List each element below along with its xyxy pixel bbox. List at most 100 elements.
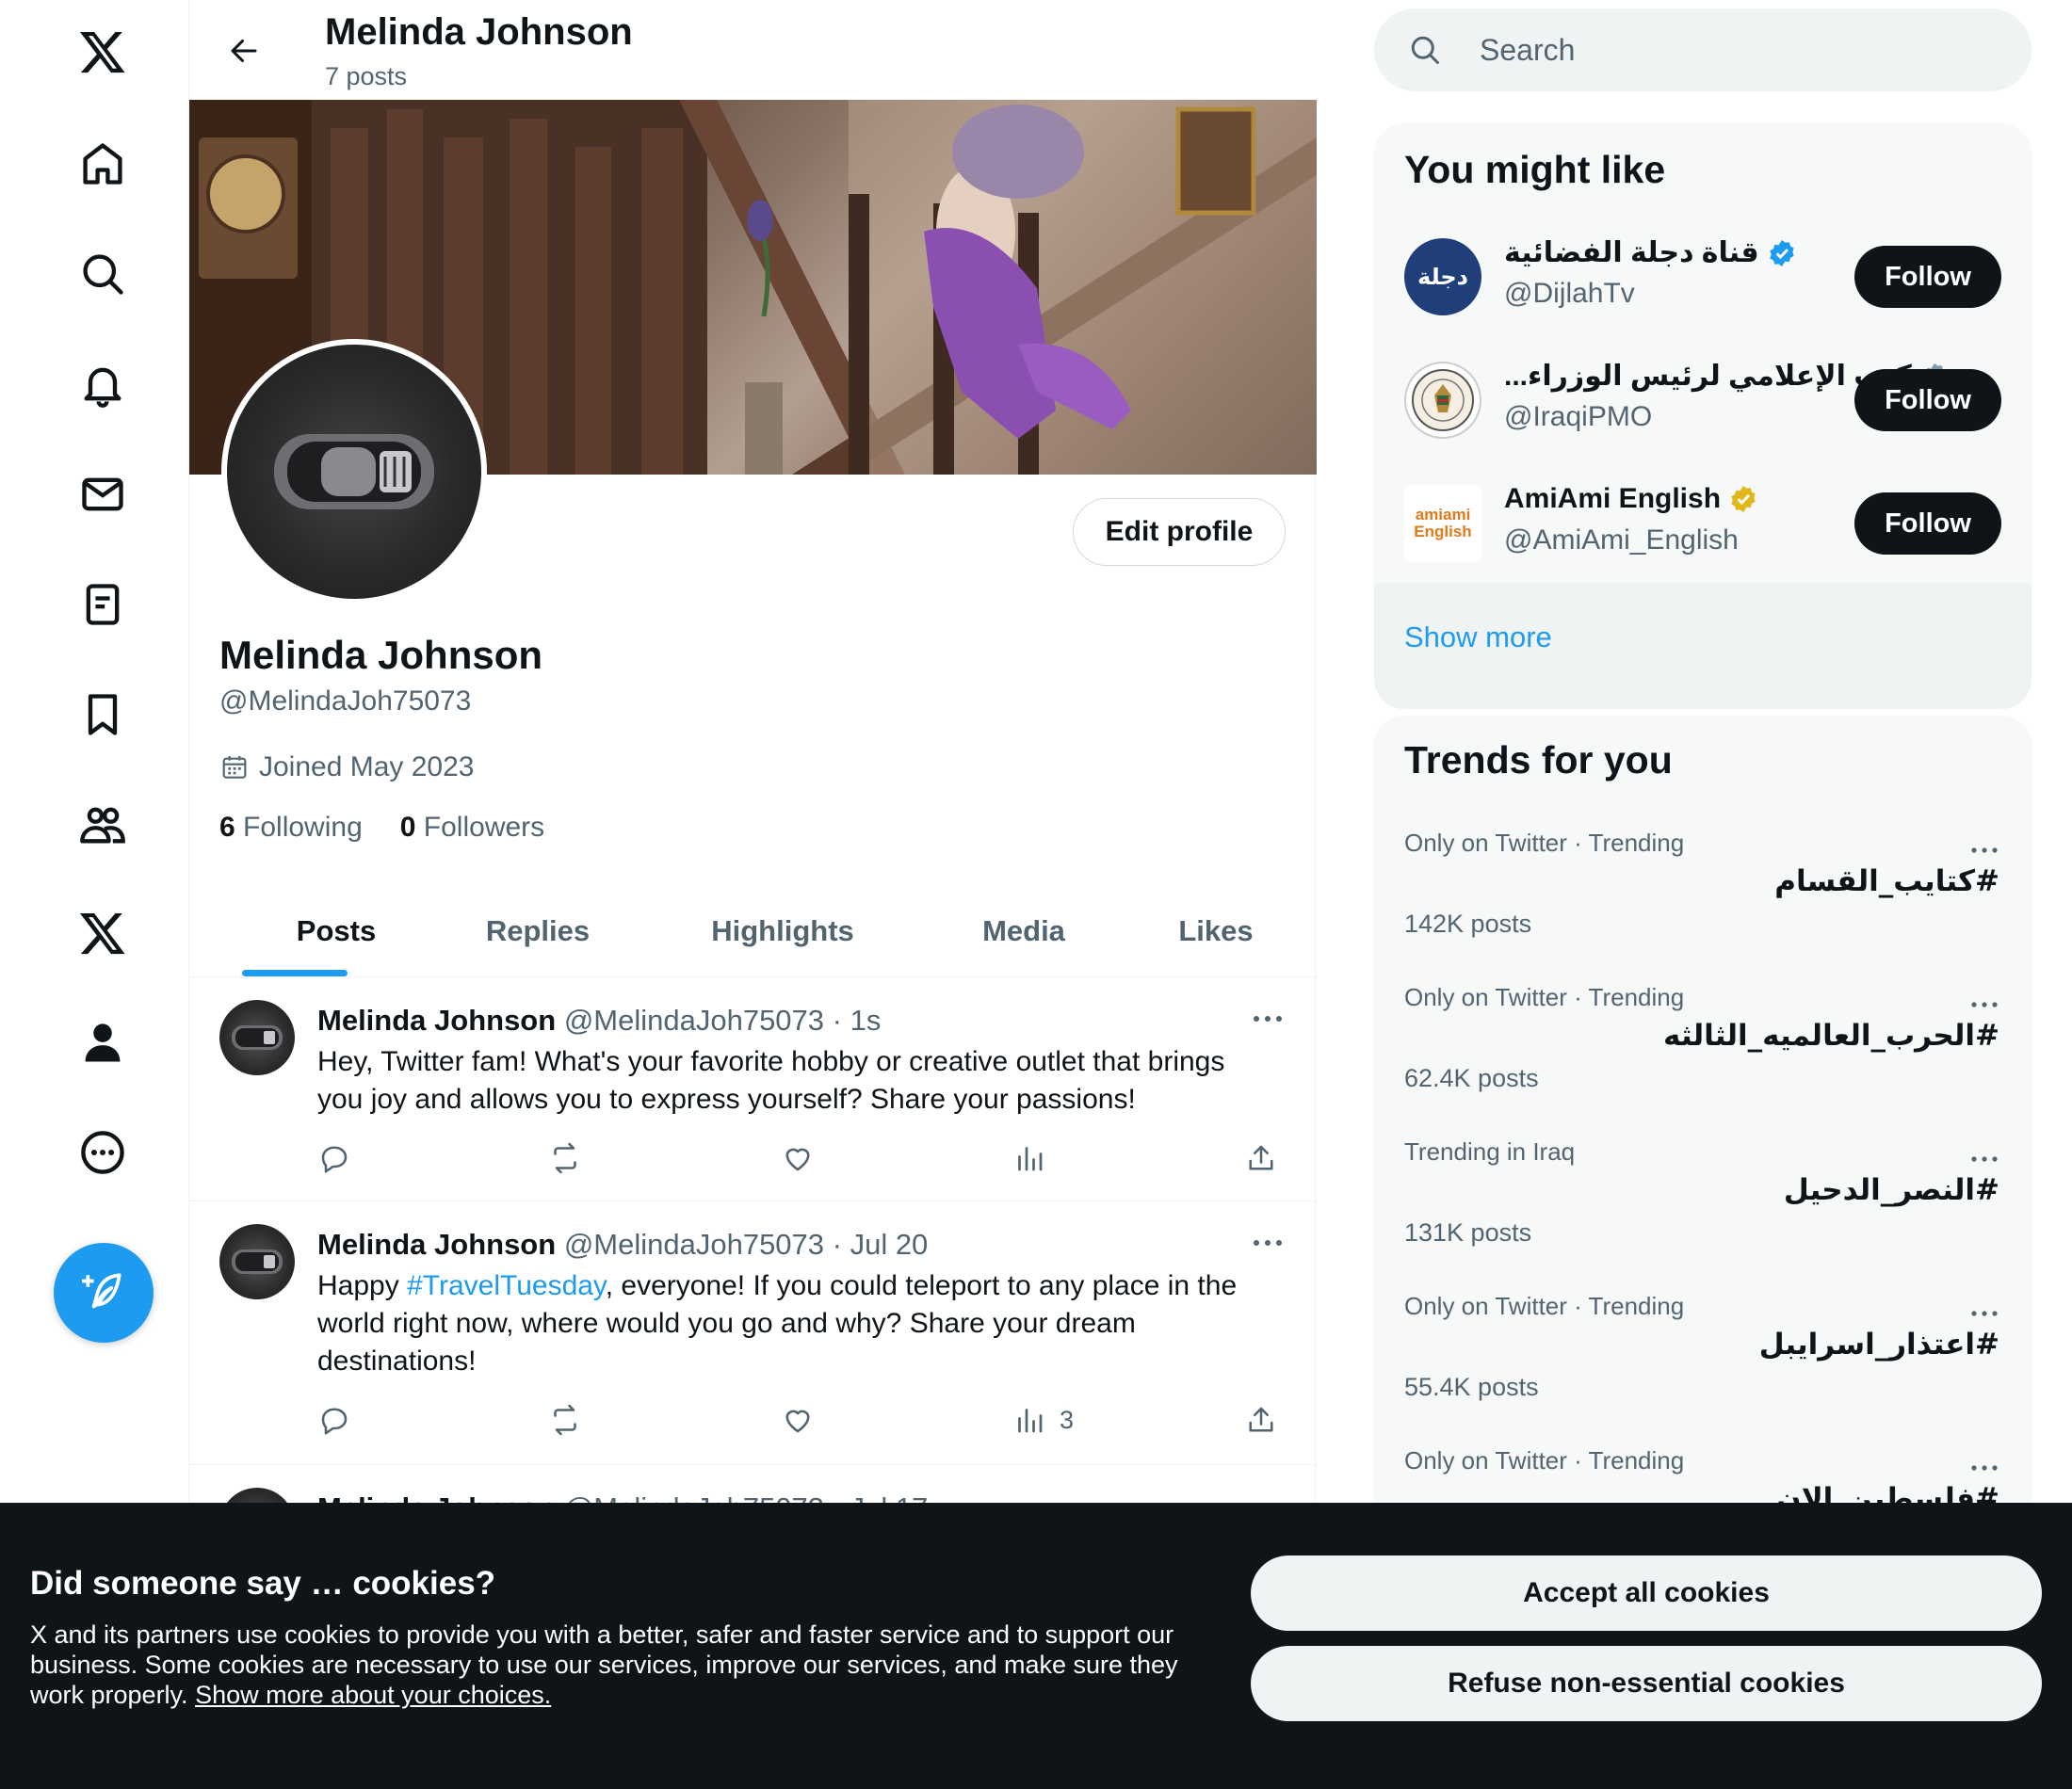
trend-more-icon[interactable] <box>1966 1299 2003 1328</box>
like-button[interactable] <box>781 1137 815 1179</box>
tweet-header: Melinda Johnson @MelindaJoh75073 · 1s <box>317 1004 881 1038</box>
profile-tabs: Posts Replies Highlights Media Likes <box>189 885 1317 977</box>
tab-highlights[interactable]: Highlights <box>660 885 905 977</box>
account-name[interactable]: قناة دجلة الفضائية <box>1504 236 1797 269</box>
avatar-logo-text: amiami English <box>1414 506 1472 540</box>
joined-date: Joined May 2023 <box>219 751 475 783</box>
tweet-author-name[interactable]: Melinda Johnson <box>317 1004 556 1037</box>
tweet-avatar[interactable] <box>219 1224 295 1299</box>
tweet-handle-time[interactable]: @MelindaJoh75073 · Jul 20 <box>564 1228 929 1261</box>
tab-media[interactable]: Media <box>920 885 1127 977</box>
trend-more-icon[interactable] <box>1966 836 2003 864</box>
profile-person-icon[interactable] <box>73 1014 132 1072</box>
profile-avatar[interactable] <box>221 339 487 604</box>
reply-button[interactable] <box>317 1137 351 1179</box>
notifications-bell-icon[interactable] <box>73 355 132 413</box>
tweet-header: Melinda Johnson @MelindaJoh75073 · Jul 2… <box>317 1228 928 1262</box>
profile-name: Melinda Johnson <box>219 633 543 677</box>
reply-button[interactable] <box>317 1399 351 1441</box>
account-avatar[interactable]: دجلة <box>1404 238 1481 315</box>
repost-button[interactable] <box>548 1137 582 1179</box>
x-logo-icon[interactable] <box>73 23 132 81</box>
hashtag-link[interactable]: #TravelTuesday <box>407 1270 606 1301</box>
account-avatar[interactable]: amiami English <box>1404 485 1481 562</box>
repost-button[interactable] <box>548 1399 582 1441</box>
account-name[interactable]: AmiAmi English <box>1504 483 1758 515</box>
account-handle: @IraqiPMO <box>1504 401 1653 432</box>
tab-posts[interactable]: Posts <box>242 885 430 977</box>
edit-profile-button[interactable]: Edit profile <box>1073 498 1286 566</box>
tweet-text: Hey, Twitter fam! What's your favorite h… <box>317 1046 1225 1115</box>
tweet-handle-time[interactable]: @MelindaJoh75073 · 1s <box>564 1004 882 1037</box>
follow-button[interactable]: Follow <box>1854 246 2001 308</box>
tab-likes[interactable]: Likes <box>1131 885 1301 977</box>
trend-more-icon[interactable] <box>1966 1145 2003 1173</box>
feather-plus-icon <box>82 1273 121 1309</box>
suggested-account[interactable]: دجلة قناة دجلة الفضائية @DijlahTv Follow <box>1374 216 2032 338</box>
refuse-cookies-button[interactable]: Refuse non-essential cookies <box>1251 1646 2042 1721</box>
trend-meta: Trending in Iraq <box>1404 1137 1576 1166</box>
share-button[interactable] <box>1244 1137 1278 1179</box>
trend-meta: Only on Twitter · Trending <box>1404 1446 1685 1475</box>
share-button[interactable] <box>1244 1399 1278 1441</box>
views-button[interactable]: 3 <box>1012 1399 1074 1441</box>
trend-item[interactable]: Only on Twitter · Trending #كتايب_القسام… <box>1374 829 2032 983</box>
followers-link[interactable]: 0 Followers <box>400 812 544 844</box>
heart-icon <box>785 1410 810 1433</box>
trend-item[interactable]: Only on Twitter · Trending #فلسطين_الان <box>1374 1446 2032 1503</box>
trend-count: 142K posts <box>1404 910 1532 938</box>
like-button[interactable] <box>781 1399 815 1441</box>
who-to-follow-title: You might like <box>1404 148 1666 191</box>
messages-envelope-icon[interactable] <box>73 465 132 524</box>
views-button[interactable] <box>1012 1137 1060 1179</box>
trend-meta: Only on Twitter · Trending <box>1404 1292 1685 1320</box>
tweet-more-icon[interactable] <box>1247 1002 1288 1036</box>
premium-x-icon[interactable] <box>73 904 132 962</box>
trends-panel: Trends for you Only on Twitter · Trendin… <box>1374 716 2032 1503</box>
trend-count: 62.4K posts <box>1404 1064 1539 1092</box>
avatar-logo-text: دجلة <box>1417 264 1468 290</box>
account-handle: @AmiAmi_English <box>1504 524 1739 556</box>
follow-button[interactable]: Follow <box>1854 492 2001 555</box>
trend-more-icon[interactable] <box>1966 1454 2003 1482</box>
header-profile-name: Melinda Johnson <box>325 11 633 53</box>
trend-item[interactable]: Trending in Iraq #النصر_الدحيل 131K post… <box>1374 1137 2032 1292</box>
show-more-link[interactable]: Show more <box>1374 583 2032 709</box>
car-avatar-image <box>274 434 434 509</box>
tweet-author-name[interactable]: Melinda Johnson <box>317 1228 556 1261</box>
tab-replies[interactable]: Replies <box>444 885 632 977</box>
back-arrow-icon[interactable] <box>218 24 270 77</box>
trend-item[interactable]: Only on Twitter · Trending #اعتذار_اسراي… <box>1374 1292 2032 1446</box>
follow-button[interactable]: Follow <box>1854 369 2001 431</box>
active-tab-indicator <box>242 970 348 976</box>
account-name-text: AmiAmi English <box>1504 483 1722 514</box>
trend-name: #اعتذار_اسرايبل <box>1758 1328 1999 1362</box>
accept-all-cookies-button[interactable]: Accept all cookies <box>1251 1555 2042 1631</box>
tweet-avatar[interactable] <box>219 1000 295 1075</box>
search-bar[interactable] <box>1374 8 2032 91</box>
trend-meta: Only on Twitter · Trending <box>1404 983 1685 1011</box>
tweet-text-pre: Happy <box>317 1270 408 1301</box>
followers-count: 0 <box>399 812 416 843</box>
cookie-choices-link[interactable]: Show more about your choices. <box>195 1681 551 1709</box>
profile-handle: @MelindaJoh75073 <box>219 685 472 717</box>
suggested-account[interactable]: ...كتب الإعلامي لرئيس الوزراء @IraqiPMO … <box>1374 339 2032 461</box>
suggested-account[interactable]: amiami English AmiAmi English @AmiAmi_En… <box>1374 462 2032 585</box>
tweet-item[interactable]: Melinda Johnson @MelindaJoh75073 · 1s He… <box>189 977 1317 1201</box>
following-link[interactable]: 6 Following <box>219 812 363 844</box>
tweet-item[interactable]: Melinda Johnson @MelindaJoh75073 · Jul 2… <box>189 1201 1317 1465</box>
trend-more-icon[interactable] <box>1966 991 2003 1019</box>
compose-post-button[interactable] <box>54 1243 154 1343</box>
explore-search-icon[interactable] <box>73 245 132 303</box>
home-icon[interactable] <box>73 135 132 193</box>
more-options-icon[interactable] <box>73 1123 132 1182</box>
repost-icon <box>554 1404 576 1436</box>
bookmarks-icon[interactable] <box>73 685 132 744</box>
communities-icon[interactable] <box>73 796 132 854</box>
lists-icon[interactable] <box>73 575 132 634</box>
trend-name: #الحرب_العالميه_الثالثه <box>1663 1019 1999 1053</box>
search-input[interactable] <box>1480 22 1988 78</box>
trend-item[interactable]: Only on Twitter · Trending #الحرب_العالم… <box>1374 983 2032 1137</box>
tweet-more-icon[interactable] <box>1247 1226 1288 1260</box>
account-avatar[interactable] <box>1404 362 1481 439</box>
